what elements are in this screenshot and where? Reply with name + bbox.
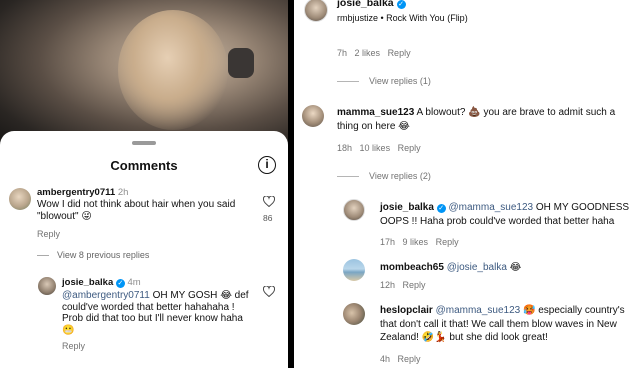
reply-username[interactable]: josie_balka bbox=[62, 277, 113, 288]
reply-button[interactable]: Reply bbox=[388, 48, 411, 58]
comment-username[interactable]: mamma_sue123 bbox=[337, 107, 414, 118]
avatar[interactable] bbox=[38, 277, 56, 295]
like-count[interactable]: 2 likes bbox=[355, 48, 381, 58]
reply-body-a: OH MY GOSH bbox=[149, 290, 221, 301]
emoji-wink-tongue: 😜 bbox=[81, 211, 92, 222]
info-icon[interactable]: i bbox=[258, 156, 276, 174]
view-replies-label: View replies (1) bbox=[369, 76, 431, 86]
like-count: 86 bbox=[263, 213, 273, 223]
reply-username[interactable]: josie_balka bbox=[380, 202, 434, 213]
header-username[interactable]: josie_balka bbox=[337, 0, 394, 9]
reel-video-preview[interactable] bbox=[0, 0, 288, 150]
heart-icon[interactable] bbox=[263, 286, 275, 297]
reply-meta: 4h Reply bbox=[380, 354, 421, 364]
view-replies-2[interactable]: View replies (2) bbox=[337, 171, 431, 181]
comment-text: Wow I did not think about hair when you … bbox=[37, 199, 252, 223]
video-microphone bbox=[228, 48, 254, 78]
emoji-dancer: 💃 bbox=[434, 332, 447, 343]
reply-header: josie_balka ✓ 4m bbox=[62, 277, 262, 289]
reply-time: 4m bbox=[127, 277, 141, 288]
reply-body-b: but she did look great! bbox=[446, 332, 548, 343]
emoji-hot-face: 🥵 bbox=[523, 305, 536, 316]
avatar[interactable] bbox=[302, 105, 324, 127]
mention-link[interactable]: @mamma_sue123 bbox=[448, 202, 533, 213]
verified-badge-icon: ✓ bbox=[115, 279, 125, 288]
reply-button[interactable]: Reply bbox=[403, 280, 426, 290]
mention-link[interactable]: @ambergentry0711 bbox=[62, 290, 150, 301]
divider-line bbox=[37, 255, 49, 257]
reply-time: 17h bbox=[380, 237, 396, 247]
comment-time: 2h bbox=[117, 187, 129, 198]
mention-link[interactable]: @mamma_sue123 bbox=[436, 305, 521, 316]
heart-icon[interactable] bbox=[263, 196, 275, 207]
avatar[interactable] bbox=[343, 199, 365, 221]
reply-text: mombeach65 @josie_balka 😂 bbox=[380, 261, 638, 275]
reply-button[interactable]: Reply bbox=[436, 237, 459, 247]
verified-badge-icon: ✓ bbox=[436, 204, 446, 213]
emoji-laughing: 😂 bbox=[509, 262, 522, 273]
comment-body: Wow I did not think about hair when you … bbox=[37, 199, 236, 222]
avatar[interactable] bbox=[304, 0, 328, 22]
reply-username[interactable]: heslopclair bbox=[380, 305, 433, 316]
avatar[interactable] bbox=[343, 259, 365, 281]
reply-time: 12h bbox=[380, 280, 396, 290]
comment-meta: 18h 10 likes Reply bbox=[337, 143, 421, 153]
reply-username[interactable]: mombeach65 bbox=[380, 262, 444, 273]
comment-username[interactable]: ambergentry0711 bbox=[37, 187, 115, 198]
emoji-grimace: 😬 bbox=[62, 324, 75, 336]
right-panel: josie_balka ✓ rmbjustize • Rock With You… bbox=[294, 0, 640, 368]
comment-time: 18h bbox=[337, 143, 353, 153]
reply-meta: 12h Reply bbox=[380, 280, 426, 290]
header-username-row: josie_balka ✓ bbox=[337, 0, 406, 11]
reply-button[interactable]: Reply bbox=[398, 354, 421, 364]
like-count[interactable]: 10 likes bbox=[360, 143, 391, 153]
comment-text: mamma_sue123 A blowout? 💩 you are brave … bbox=[337, 106, 637, 133]
comments-title: Comments bbox=[110, 158, 178, 173]
view-replies-label: View replies (2) bbox=[369, 171, 431, 181]
reply-text: heslopclair @mamma_sue123 🥵 especially c… bbox=[380, 304, 638, 345]
sheet-drag-handle[interactable] bbox=[132, 141, 156, 145]
comment-body-a: A blowout? bbox=[414, 107, 469, 118]
view-previous-replies-label: View 8 previous replies bbox=[57, 250, 150, 260]
comment-time: 7h bbox=[337, 48, 348, 58]
comment-header: ambergentry0711 2h bbox=[37, 187, 257, 199]
divider-line bbox=[337, 176, 359, 178]
avatar[interactable] bbox=[343, 303, 365, 325]
top-comment-meta: 7h 2 likes Reply bbox=[337, 48, 411, 58]
reply-text: josie_balka ✓ @mamma_sue123 OH MY GOODNE… bbox=[380, 201, 638, 228]
reply-button[interactable]: Reply bbox=[37, 229, 60, 241]
reply-meta: 17h 9 likes Reply bbox=[380, 237, 459, 247]
divider-line bbox=[337, 81, 359, 83]
left-panel: Comments i ambergentry0711 2h Wow I did … bbox=[0, 0, 288, 368]
emoji-laughing: 😂 bbox=[398, 120, 410, 132]
mention-link[interactable]: @josie_balka bbox=[447, 262, 507, 273]
like-count[interactable]: 9 likes bbox=[403, 237, 429, 247]
view-previous-replies[interactable]: View 8 previous replies bbox=[37, 250, 149, 262]
emoji-laughing: 😂 bbox=[220, 290, 232, 301]
avatar[interactable] bbox=[9, 188, 31, 210]
emoji-poop: 💩 bbox=[468, 107, 481, 118]
audio-track[interactable]: rmbjustize • Rock With You (Flip) bbox=[337, 12, 468, 26]
reply-time: 4h bbox=[380, 354, 391, 364]
view-replies-1[interactable]: View replies (1) bbox=[337, 76, 431, 86]
video-person bbox=[118, 10, 228, 130]
reply-text: @ambergentry0711 OH MY GOSH 😂 def could'… bbox=[62, 290, 257, 336]
emoji-rofl: 🤣 bbox=[421, 332, 435, 343]
verified-badge-icon: ✓ bbox=[396, 0, 406, 9]
reply-button[interactable]: Reply bbox=[62, 341, 85, 353]
reply-button[interactable]: Reply bbox=[398, 143, 421, 153]
